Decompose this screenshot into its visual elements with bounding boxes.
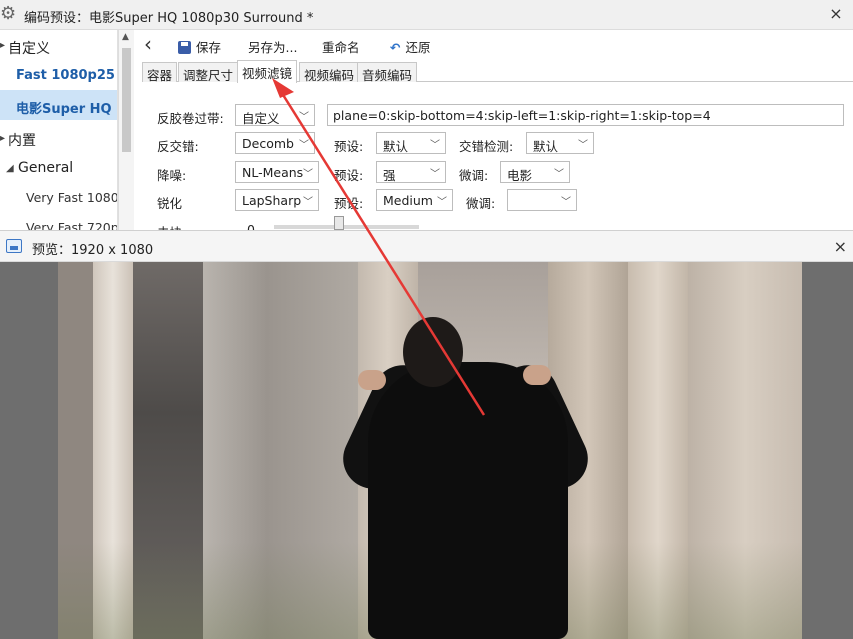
sharpen-preset-label: 预设: bbox=[334, 196, 364, 211]
denoise-value: NL-Means bbox=[242, 165, 304, 180]
video-filters-panel: 反胶卷过带: 自定义 ﹀ plane=0:skip-bottom=4:skip-… bbox=[142, 83, 853, 240]
chevron-down-icon: ﹀ bbox=[299, 112, 309, 123]
denoise-label: 降噪: bbox=[157, 168, 187, 183]
expand-icon[interactable]: ▸ bbox=[0, 40, 5, 51]
picture-icon bbox=[6, 239, 22, 253]
sharpen-value: LapSharp bbox=[242, 193, 302, 208]
restore-label: 还原 bbox=[405, 40, 431, 55]
sidebar-scrollbar[interactable]: ▲ bbox=[118, 30, 134, 230]
detelecine-custom-input[interactable]: plane=0:skip-bottom=4:skip-left=1:skip-r… bbox=[327, 104, 844, 126]
chevron-down-icon: ﹀ bbox=[430, 140, 440, 151]
deblock-slider-thumb[interactable] bbox=[334, 216, 344, 230]
sidebar-item-fast-1080p25[interactable]: Fast 1080p25 bbox=[16, 68, 115, 83]
chevron-down-icon: ﹀ bbox=[303, 197, 313, 208]
sidebar-item-movie-super-hq[interactable]: 电影Super HQ 10 bbox=[16, 98, 117, 117]
scroll-up-icon[interactable]: ▲ bbox=[122, 32, 129, 42]
tab-container[interactable]: 容器 bbox=[142, 62, 178, 83]
preview-title: 预览：1920 x 1080 bbox=[32, 243, 154, 258]
save-label: 保存 bbox=[196, 40, 222, 55]
detelecine-dropdown[interactable]: 自定义 ﹀ bbox=[235, 104, 315, 126]
close-icon[interactable]: × bbox=[827, 4, 845, 24]
deinterlace-preset-label: 预设: bbox=[334, 139, 364, 154]
chevron-down-icon: ﹀ bbox=[299, 140, 309, 151]
title-bar: ⚙ 编码预设：电影Super HQ 1080p30 Surround * × bbox=[0, 0, 853, 30]
settings-tabs: 容器 调整尺寸 视频滤镜 视频编码 音频编码 bbox=[142, 60, 853, 83]
denoise-tune-label: 微调: bbox=[459, 168, 489, 183]
chevron-down-icon: ﹀ bbox=[578, 140, 588, 151]
deblock-slider-track[interactable] bbox=[274, 225, 419, 229]
chevron-down-icon: ﹀ bbox=[554, 169, 564, 180]
save-as-button[interactable]: 另存为... bbox=[248, 37, 297, 56]
deinterlace-preset-dropdown[interactable]: 默认 ﹀ bbox=[376, 132, 446, 154]
sidebar-subgroup-general[interactable]: General bbox=[18, 160, 73, 176]
chevron-down-icon: ﹀ bbox=[561, 197, 571, 208]
tab-dimensions[interactable]: 调整尺寸 bbox=[178, 62, 239, 83]
tab-audio-encoding[interactable]: 音频编码 bbox=[357, 62, 418, 83]
denoise-tune-dropdown[interactable]: 电影 ﹀ bbox=[500, 161, 570, 183]
sidebar-group-builtin[interactable]: 内置 bbox=[8, 130, 36, 150]
scrollbar-thumb[interactable] bbox=[122, 48, 131, 152]
preset-sidebar: ▸ 自定义 Fast 1080p25 电影Super HQ 10 ▸ 内置 ◢ … bbox=[0, 30, 118, 230]
denoise-tune-value: 电影 bbox=[507, 168, 533, 183]
back-icon[interactable]: ‹ bbox=[144, 32, 152, 56]
tab-video-encoding[interactable]: 视频编码 bbox=[299, 62, 360, 83]
deinterlace-value: Decomb bbox=[242, 136, 294, 151]
preview-title-bar: 预览：1920 x 1080 × bbox=[0, 230, 853, 262]
app-root: ⚙ 编码预设：电影Super HQ 1080p30 Surround * × ▸… bbox=[0, 0, 853, 639]
sidebar-item-very-fast-720p[interactable]: Very Fast 720p bbox=[26, 220, 117, 230]
detelecine-value: 自定义 bbox=[242, 111, 280, 126]
denoise-preset-dropdown[interactable]: 强 ﹀ bbox=[376, 161, 446, 183]
preview-area bbox=[0, 262, 853, 639]
sharpen-dropdown[interactable]: LapSharp ﹀ bbox=[235, 189, 319, 211]
toolbar: ‹ 保存 另存为... 重命名 ↶ 还原 bbox=[136, 30, 853, 60]
denoise-preset-value: 强 bbox=[383, 168, 396, 183]
sharpen-preset-dropdown[interactable]: Medium ﹀ bbox=[376, 189, 453, 211]
save-button[interactable]: 保存 bbox=[178, 37, 221, 56]
gear-icon: ⚙ bbox=[0, 3, 17, 24]
preview-image bbox=[58, 262, 802, 639]
interlace-detect-dropdown[interactable]: 默认 ﹀ bbox=[526, 132, 594, 154]
close-icon[interactable]: × bbox=[834, 237, 847, 256]
rename-button[interactable]: 重命名 bbox=[322, 37, 360, 56]
deinterlace-label: 反交错: bbox=[157, 139, 199, 154]
deinterlace-preset-value: 默认 bbox=[383, 139, 409, 154]
expand-icon[interactable]: ▸ bbox=[0, 133, 5, 144]
sharpen-tune-label: 微调: bbox=[466, 196, 496, 211]
denoise-preset-label: 预设: bbox=[334, 168, 364, 183]
denoise-dropdown[interactable]: NL-Means ﹀ bbox=[235, 161, 319, 183]
sharpen-preset-value: Medium bbox=[383, 193, 433, 208]
undo-icon: ↶ bbox=[390, 40, 401, 55]
chevron-down-icon: ﹀ bbox=[303, 169, 313, 180]
tab-video-filters[interactable]: 视频滤镜 bbox=[237, 60, 298, 83]
interlace-detect-label: 交错检测: bbox=[459, 139, 514, 154]
save-icon bbox=[178, 41, 191, 54]
interlace-detect-value: 默认 bbox=[533, 139, 559, 154]
sidebar-group-custom[interactable]: 自定义 bbox=[8, 38, 50, 58]
detelecine-label: 反胶卷过带: bbox=[157, 111, 224, 126]
deinterlace-dropdown[interactable]: Decomb ﹀ bbox=[235, 132, 315, 154]
sharpen-tune-dropdown[interactable]: ﹀ bbox=[507, 189, 577, 211]
chevron-down-icon: ﹀ bbox=[430, 169, 440, 180]
chevron-down-icon: ﹀ bbox=[437, 197, 447, 208]
window-title: 编码预设：电影Super HQ 1080p30 Surround * bbox=[24, 11, 314, 26]
sidebar-item-very-fast-1080p[interactable]: Very Fast 1080p bbox=[26, 190, 117, 205]
collapse-icon[interactable]: ◢ bbox=[6, 163, 14, 174]
restore-button[interactable]: ↶ 还原 bbox=[390, 37, 431, 56]
sharpen-label: 锐化 bbox=[157, 196, 183, 211]
